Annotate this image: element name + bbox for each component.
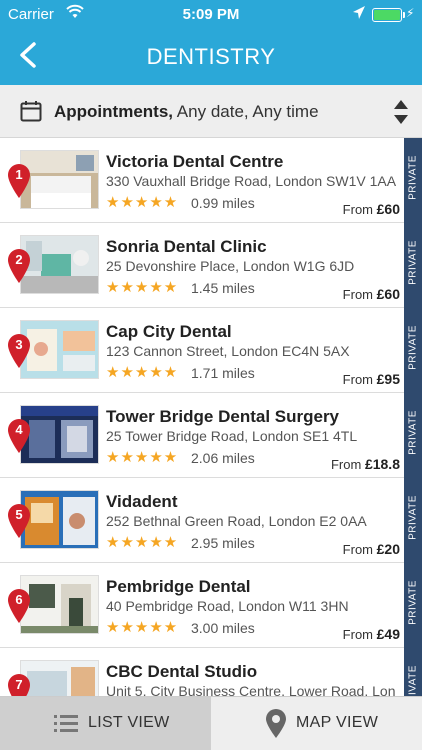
charging-icon: ⚡ bbox=[406, 6, 415, 20]
private-tag: PRIVATE bbox=[404, 563, 422, 648]
distance: 2.06 miles bbox=[191, 450, 255, 466]
map-view-tab[interactable]: MAP VIEW bbox=[211, 697, 422, 750]
price-from: From £18.8 bbox=[330, 456, 400, 472]
battery-icon bbox=[372, 8, 402, 22]
practice-address: Unit 5, City Business Centre, Lower Road… bbox=[106, 683, 396, 696]
result-number: 1 bbox=[15, 167, 23, 182]
practice-name[interactable]: Sonria Dental Clinic bbox=[106, 237, 267, 257]
price-from: From £20 bbox=[342, 541, 400, 557]
practice-address: 252 Bethnal Green Road, London E2 0AA bbox=[106, 513, 367, 529]
star-rating: ★★★★★ bbox=[106, 279, 179, 296]
practice-name[interactable]: Tower Bridge Dental Surgery bbox=[106, 407, 339, 427]
price-from: From £95 bbox=[342, 371, 400, 387]
star-rating: ★★★★★ bbox=[106, 364, 179, 381]
price-from: From £60 bbox=[342, 286, 400, 302]
result-row[interactable]: 7 CBC Dental Studio Unit 5, City Busines… bbox=[0, 648, 422, 696]
distance: 2.95 miles bbox=[191, 535, 255, 551]
practice-address: 40 Pembridge Road, London W11 3HN bbox=[106, 598, 349, 614]
distance: 1.71 miles bbox=[191, 365, 255, 381]
practice-name[interactable]: Vidadent bbox=[106, 492, 177, 512]
private-tag: PRIVATE bbox=[404, 393, 422, 478]
map-pin-icon: 5 bbox=[6, 503, 32, 539]
private-tag: PRIVATE bbox=[404, 223, 422, 308]
private-tag: PRIVATE bbox=[404, 138, 422, 223]
result-number: 5 bbox=[15, 507, 23, 522]
distance: 3.00 miles bbox=[191, 620, 255, 636]
result-number: 4 bbox=[15, 422, 23, 437]
calendar-icon bbox=[20, 101, 42, 122]
result-row[interactable]: 6 Pembridge Dental 40 Pembridge Road, Lo… bbox=[0, 563, 422, 648]
result-row[interactable]: 2 Sonria Dental Clinic 25 Devonshire Pla… bbox=[0, 223, 422, 308]
map-pin-icon: 7 bbox=[6, 673, 32, 696]
price-from: From £49 bbox=[342, 626, 400, 642]
practice-address: 330 Vauxhall Bridge Road, London SW1V 1A… bbox=[106, 173, 396, 189]
map-pin-icon: 2 bbox=[6, 248, 32, 284]
private-tag: PRIVATE bbox=[404, 308, 422, 393]
map-pin-icon: 4 bbox=[6, 418, 32, 454]
star-rating: ★★★★★ bbox=[106, 619, 179, 636]
map-pin-icon bbox=[266, 709, 286, 738]
filter-summary: Appointments, Any date, Any time bbox=[54, 102, 319, 122]
list-icon bbox=[54, 715, 78, 732]
map-pin-icon: 6 bbox=[6, 588, 32, 624]
result-row[interactable]: 3 Cap City Dental 123 Cannon Street, Lon… bbox=[0, 308, 422, 393]
result-row[interactable]: 1 Victoria Dental Centre 330 Vauxhall Br… bbox=[0, 138, 422, 223]
map-view-label: MAP VIEW bbox=[296, 714, 379, 731]
distance: 1.45 miles bbox=[191, 280, 255, 296]
result-number: 2 bbox=[15, 252, 23, 267]
location-arrow-icon bbox=[353, 6, 365, 19]
status-bar: Carrier 5:09 PM ⚡ bbox=[0, 0, 422, 28]
filter-value: Any date, Any time bbox=[176, 102, 319, 121]
practice-address: 123 Cannon Street, London EC4N 5AX bbox=[106, 343, 350, 359]
star-rating: ★★★★★ bbox=[106, 449, 179, 466]
practice-address: 25 Tower Bridge Road, London SE1 4TL bbox=[106, 428, 358, 444]
result-row[interactable]: 4 Tower Bridge Dental Surgery 25 Tower B… bbox=[0, 393, 422, 478]
result-number: 6 bbox=[15, 592, 23, 607]
star-rating: ★★★★★ bbox=[106, 194, 179, 211]
practice-name[interactable]: Cap City Dental bbox=[106, 322, 232, 342]
app-header: Carrier 5:09 PM ⚡ DENTISTRY bbox=[0, 0, 422, 85]
result-number: 3 bbox=[15, 337, 23, 352]
view-switcher: LIST VIEW MAP VIEW bbox=[0, 696, 422, 750]
result-number: 7 bbox=[15, 677, 23, 692]
dentist-results-list[interactable]: 1 Victoria Dental Centre 330 Vauxhall Br… bbox=[0, 138, 422, 696]
private-tag: PRIVATE bbox=[404, 478, 422, 563]
appointment-filter-bar[interactable]: Appointments, Any date, Any time bbox=[0, 85, 422, 138]
map-pin-icon: 1 bbox=[6, 163, 32, 199]
page-title: DENTISTRY bbox=[146, 44, 276, 69]
filter-label: Appointments, bbox=[54, 102, 173, 121]
result-row[interactable]: 5 Vidadent 252 Bethnal Green Road, Londo… bbox=[0, 478, 422, 563]
practice-name[interactable]: CBC Dental Studio bbox=[106, 662, 257, 682]
distance: 0.99 miles bbox=[191, 195, 255, 211]
practice-name[interactable]: Pembridge Dental bbox=[106, 577, 251, 597]
battery-nub bbox=[403, 12, 405, 18]
star-rating: ★★★★★ bbox=[106, 534, 179, 551]
practice-name[interactable]: Victoria Dental Centre bbox=[106, 152, 283, 172]
list-view-label: LIST VIEW bbox=[88, 714, 170, 731]
private-tag: PRIVATE bbox=[404, 648, 422, 696]
list-view-tab[interactable]: LIST VIEW bbox=[0, 697, 211, 750]
practice-address: 25 Devonshire Place, London W1G 6JD bbox=[106, 258, 355, 274]
price-from: From £60 bbox=[342, 201, 400, 217]
map-pin-icon: 3 bbox=[6, 333, 32, 369]
sort-toggle-icon[interactable] bbox=[392, 98, 410, 126]
